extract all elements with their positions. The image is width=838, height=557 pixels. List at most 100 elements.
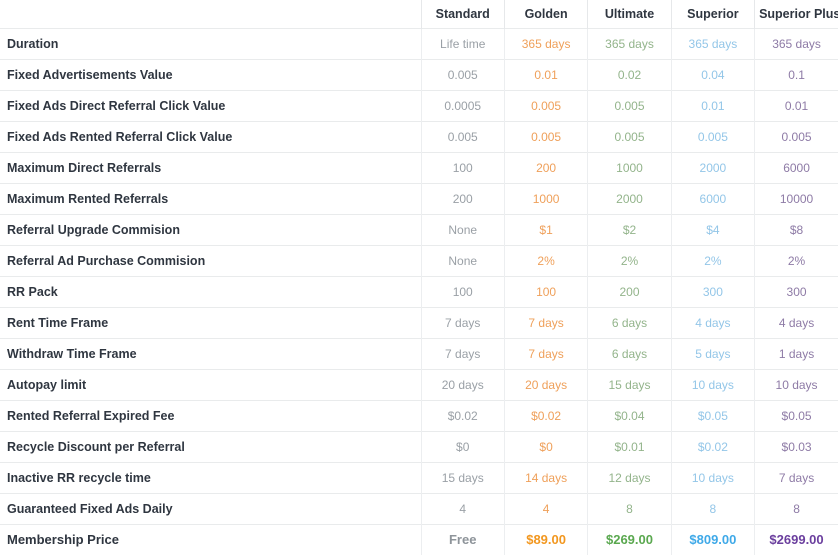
feature-label: Fixed Ads Direct Referral Click Value (0, 89, 422, 121)
cell-golden: 365 days (503, 27, 588, 59)
feature-label: Maximum Direct Referrals (0, 151, 422, 183)
table-row: Maximum Direct Referrals 100 200 1000 2000 60… (0, 151, 838, 183)
feature-label: Fixed Advertisements Value (0, 58, 422, 90)
feature-label: Recycle Discount per Referral (0, 430, 422, 462)
cell-golden: 100 (503, 275, 588, 307)
price-row: Membership Price Free $89.00 $269.00 $809.00… (0, 523, 838, 555)
cell-golden: 0.005 (503, 120, 588, 152)
cell-golden: 200 (503, 151, 588, 183)
table-row: Fixed Ads Direct Referral Click Value 0.0… (0, 89, 838, 121)
plan-column-header-superior: Superior (670, 0, 755, 28)
feature-label: Autopay limit (0, 368, 422, 400)
cell-ultimate: 0.005 (587, 120, 672, 152)
cell-superior: $4 (670, 213, 755, 245)
cell-superior: 10 days (670, 368, 755, 400)
cell-standard: Life time (420, 27, 505, 59)
cell-superior_plus: 0.01 (754, 89, 838, 121)
cell-ultimate: 12 days (587, 461, 672, 493)
cell-superior_plus: 10 days (754, 368, 838, 400)
table-header: Standard Golden Ultimate Superior Superior P… (0, 0, 838, 28)
cell-standard: $0.02 (420, 399, 505, 431)
cell-superior: $0.02 (670, 430, 755, 462)
cell-superior_plus: 4 days (754, 306, 838, 338)
feature-label: Duration (0, 27, 422, 59)
cell-golden: 0.005 (503, 89, 588, 121)
cell-superior: 2000 (670, 151, 755, 183)
feature-column-header (0, 0, 422, 28)
cell-superior: 0.04 (670, 58, 755, 90)
cell-ultimate: 1000 (587, 151, 672, 183)
table-row: Guaranteed Fixed Ads Daily 4 4 8 8 8 (0, 492, 838, 524)
cell-superior_plus: $0.03 (754, 430, 838, 462)
cell-ultimate: 15 days (587, 368, 672, 400)
cell-standard: 100 (420, 275, 505, 307)
cell-ultimate: 2000 (587, 182, 672, 214)
cell-standard: 100 (420, 151, 505, 183)
cell-standard: 4 (420, 492, 505, 524)
cell-superior: 8 (670, 492, 755, 524)
cell-superior_plus: 6000 (754, 151, 838, 183)
cell-golden: 14 days (503, 461, 588, 493)
table-row: Rent Time Frame 7 days 7 days 6 days 4 days 4… (0, 306, 838, 338)
cell-superior_plus: $8 (754, 213, 838, 245)
table-row: Autopay limit 20 days 20 days 15 days 10 day… (0, 368, 838, 400)
cell-superior: 0.005 (670, 120, 755, 152)
table-row: Inactive RR recycle time 15 days 14 days 12… (0, 461, 838, 493)
cell-superior: 4 days (670, 306, 755, 338)
plan-comparison-table: Standard Golden Ultimate Superior Superior P… (0, 0, 838, 555)
cell-golden: $0.02 (503, 399, 588, 431)
cell-superior_plus: 8 (754, 492, 838, 524)
plan-column-header-ultimate: Ultimate (587, 0, 672, 28)
table-row: Referral Upgrade Commision None $1 $2 $4 $8 (0, 213, 838, 245)
cell-ultimate: $0.04 (587, 399, 672, 431)
header-row: Standard Golden Ultimate Superior Superior P… (0, 0, 838, 28)
cell-superior_plus: 0.005 (754, 120, 838, 152)
cell-superior: 5 days (670, 337, 755, 369)
feature-label: Fixed Ads Rented Referral Click Value (0, 120, 422, 152)
cell-ultimate: $0.01 (587, 430, 672, 462)
cell-standard: 0.005 (420, 120, 505, 152)
cell-standard: 15 days (420, 461, 505, 493)
cell-superior: 0.01 (670, 89, 755, 121)
table-row: Referral Ad Purchase Commision None 2% 2% 2%… (0, 244, 838, 276)
cell-ultimate: 200 (587, 275, 672, 307)
feature-label: Referral Upgrade Commision (0, 213, 422, 245)
cell-standard: None (420, 213, 505, 245)
cell-superior_plus: 2% (754, 244, 838, 276)
cell-standard: 0.0005 (420, 89, 505, 121)
cell-superior: 365 days (670, 27, 755, 59)
cell-golden: 20 days (503, 368, 588, 400)
cell-superior_plus: 1 days (754, 337, 838, 369)
table-row: Duration Life time 365 days 365 days 365 day… (0, 27, 838, 59)
cell-superior_plus: 300 (754, 275, 838, 307)
cell-superior: 10 days (670, 461, 755, 493)
table-row: RR Pack 100 100 200 300 300 (0, 275, 838, 307)
cell-superior_plus: 0.1 (754, 58, 838, 90)
cell-ultimate: $2 (587, 213, 672, 245)
cell-standard: 7 days (420, 337, 505, 369)
table-row: Fixed Ads Rented Referral Click Value 0.0… (0, 120, 838, 152)
plan-column-header-superior_plus: Superior Plus (754, 0, 838, 28)
cell-ultimate: 6 days (587, 337, 672, 369)
table-row: Recycle Discount per Referral $0 $0 $0.01 $0… (0, 430, 838, 462)
cell-standard: None (420, 244, 505, 276)
table-row: Fixed Advertisements Value 0.005 0.01 0.02 0… (0, 58, 838, 90)
plan-column-header-standard: Standard (420, 0, 505, 28)
cell-golden: $0 (503, 430, 588, 462)
feature-label: RR Pack (0, 275, 422, 307)
cell-superior: 300 (670, 275, 755, 307)
cell-standard: Free (420, 523, 505, 555)
cell-golden: 7 days (503, 337, 588, 369)
cell-standard: $0 (420, 430, 505, 462)
cell-superior_plus: 10000 (754, 182, 838, 214)
cell-ultimate: 0.005 (587, 89, 672, 121)
cell-superior_plus: $0.05 (754, 399, 838, 431)
cell-standard: 7 days (420, 306, 505, 338)
cell-superior_plus: $2699.00 (754, 523, 838, 555)
cell-standard: 0.005 (420, 58, 505, 90)
cell-standard: 200 (420, 182, 505, 214)
feature-label: Maximum Rented Referrals (0, 182, 422, 214)
cell-ultimate: $269.00 (587, 523, 672, 555)
table-row: Maximum Rented Referrals 200 1000 2000 6000 1… (0, 182, 838, 214)
feature-label: Rent Time Frame (0, 306, 422, 338)
